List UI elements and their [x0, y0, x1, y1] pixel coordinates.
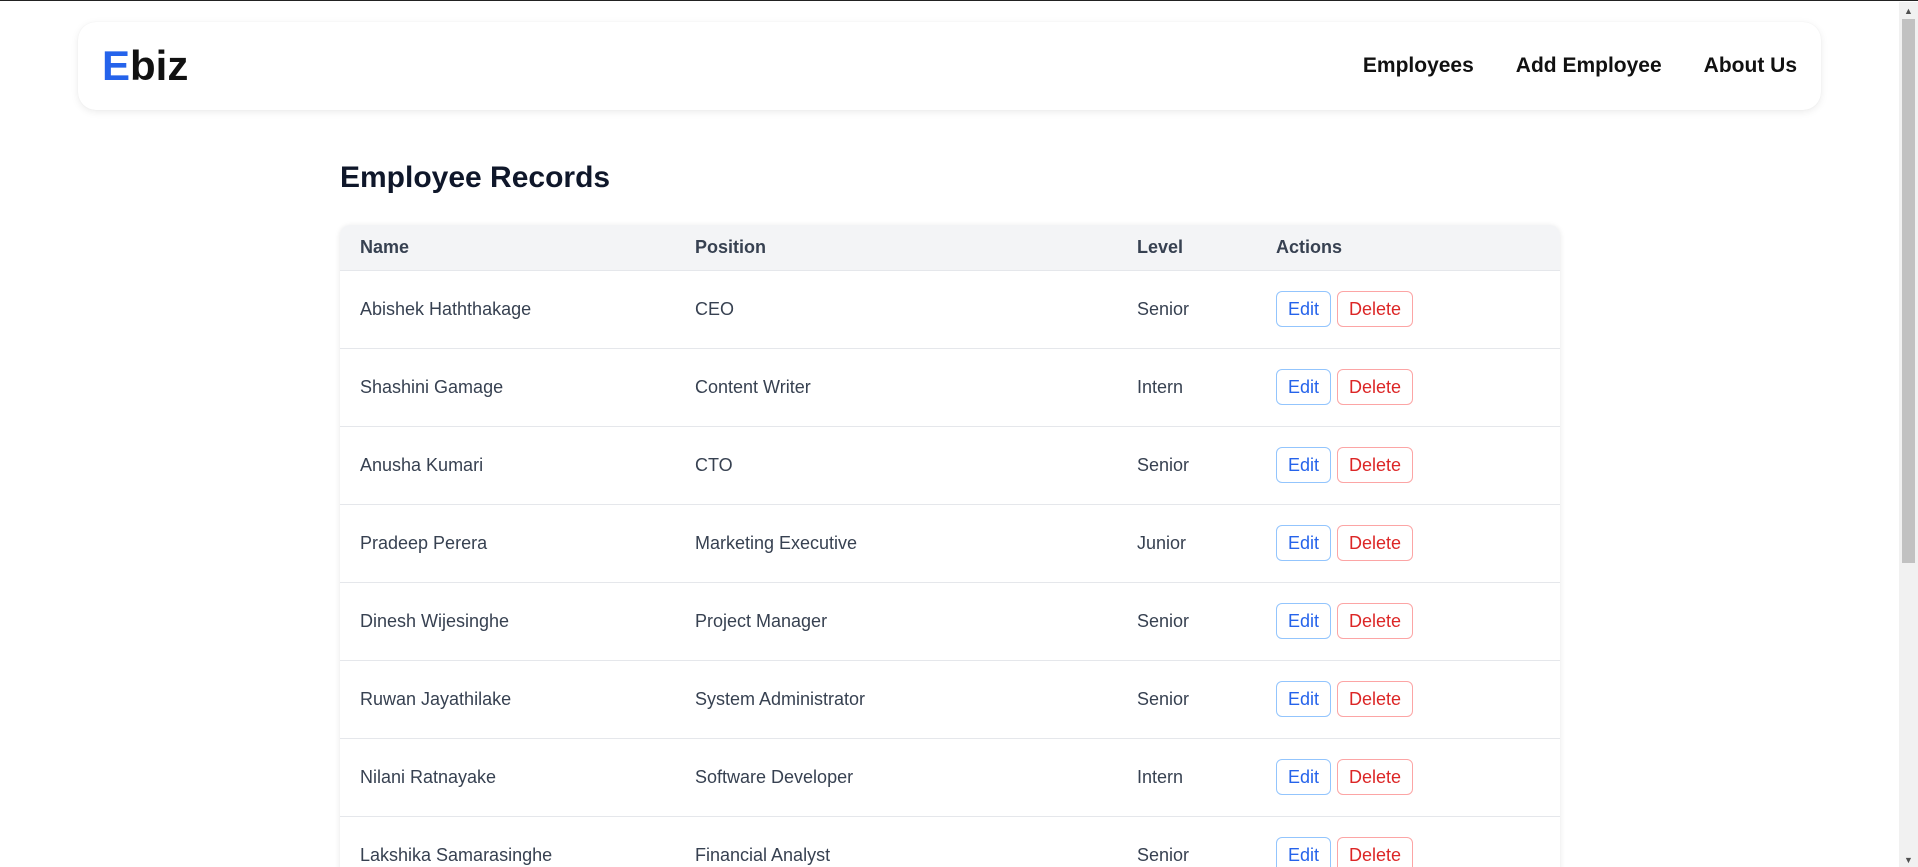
cell-name: Shashini Gamage [360, 376, 504, 397]
logo-accent: E [102, 42, 131, 89]
cell-actions: Edit Delete [1256, 660, 1560, 738]
cell-level: Junior [1137, 532, 1187, 553]
employee-table: Name Position Level Actions Abishek Hath… [340, 225, 1560, 867]
cell-actions: Edit Delete [1256, 504, 1560, 582]
edit-button[interactable]: Edit [1276, 291, 1332, 327]
cell-actions: Edit Delete [1256, 582, 1560, 660]
cell-level: Senior [1137, 610, 1190, 631]
cell-name: Dinesh Wijesinghe [360, 610, 510, 631]
cell-position: Content Writer [695, 376, 811, 397]
scroll-down-arrow-icon[interactable]: ▼ [1899, 851, 1918, 867]
cell-position: Project Manager [695, 610, 828, 631]
cell-position: Software Developer [695, 766, 854, 787]
cell-level: Senior [1137, 688, 1190, 709]
delete-button[interactable]: Delete [1337, 759, 1414, 795]
header-position: Position [695, 236, 766, 257]
vertical-scrollbar[interactable]: ▲ ▼ [1899, 2, 1918, 867]
table-row: Shashini Gamage Content Writer Intern Ed… [340, 348, 1560, 426]
nav-link-employees[interactable]: Employees [1363, 54, 1474, 78]
cell-actions: Edit Delete [1256, 738, 1560, 816]
cell-level: Intern [1137, 376, 1184, 397]
main-content: Employee Records Name Position Level Act… [340, 161, 1560, 867]
header-name: Name [360, 236, 410, 257]
cell-actions: Edit Delete [1256, 426, 1560, 504]
delete-button[interactable]: Delete [1337, 291, 1414, 327]
table-row: Abishek Haththakage CEO Senior Edit Delet… [340, 270, 1560, 348]
edit-button[interactable]: Edit [1276, 681, 1332, 717]
delete-button[interactable]: Delete [1337, 369, 1414, 405]
delete-button[interactable]: Delete [1337, 837, 1414, 867]
navbar: Ebiz Employees Add Employee About Us [78, 22, 1821, 110]
cell-level: Senior [1137, 844, 1190, 865]
cell-name: Ruwan Jayathilake [360, 688, 512, 709]
nav-link-add-employee[interactable]: Add Employee [1516, 54, 1662, 78]
table-row: Lakshika Samarasinghe Financial Analyst … [340, 816, 1560, 867]
cell-position: CEO [695, 298, 735, 319]
logo[interactable]: Ebiz [102, 42, 188, 90]
cell-level: Senior [1137, 454, 1190, 475]
header-actions: Actions [1276, 236, 1343, 257]
scrollbar-thumb[interactable] [1902, 19, 1915, 563]
nav-links: Employees Add Employee About Us [1363, 54, 1797, 78]
cell-position: Marketing Executive [695, 532, 858, 553]
cell-name: Anusha Kumari [360, 454, 484, 475]
scroll-up-arrow-icon[interactable]: ▲ [1899, 2, 1918, 19]
cell-actions: Edit Delete [1256, 270, 1560, 348]
table-row: Dinesh Wijesinghe Project Manager Senior… [340, 582, 1560, 660]
nav-link-about-us[interactable]: About Us [1704, 54, 1797, 78]
delete-button[interactable]: Delete [1337, 447, 1414, 483]
cell-name: Abishek Haththakage [360, 298, 532, 319]
edit-button[interactable]: Edit [1276, 525, 1332, 561]
cell-position: CTO [695, 454, 733, 475]
cell-actions: Edit Delete [1256, 348, 1560, 426]
cell-actions: Edit Delete [1256, 816, 1560, 867]
employee-table-container: Name Position Level Actions Abishek Hath… [340, 225, 1560, 867]
table-row: Anusha Kumari CTO Senior Edit Delete [340, 426, 1560, 504]
cell-name: Lakshika Samarasinghe [360, 844, 553, 865]
table-body: Abishek Haththakage CEO Senior Edit Delet… [340, 270, 1560, 867]
delete-button[interactable]: Delete [1337, 603, 1414, 639]
cell-position: Financial Analyst [695, 844, 831, 865]
table-row: Pradeep Perera Marketing Executive Junio… [340, 504, 1560, 582]
edit-button[interactable]: Edit [1276, 369, 1332, 405]
delete-button[interactable]: Delete [1337, 681, 1414, 717]
cell-level: Senior [1137, 298, 1190, 319]
logo-text: biz [130, 42, 189, 89]
edit-button[interactable]: Edit [1276, 837, 1332, 867]
table-row: Ruwan Jayathilake System Administrator S… [340, 660, 1560, 738]
cell-name: Nilani Ratnayake [360, 766, 497, 787]
header-level: Level [1137, 236, 1184, 257]
delete-button[interactable]: Delete [1337, 525, 1414, 561]
edit-button[interactable]: Edit [1276, 447, 1332, 483]
table-header-row: Name Position Level Actions [340, 225, 1560, 270]
edit-button[interactable]: Edit [1276, 603, 1332, 639]
cell-name: Pradeep Perera [360, 532, 488, 553]
page-title: Employee Records [340, 161, 611, 194]
edit-button[interactable]: Edit [1276, 759, 1332, 795]
cell-level: Intern [1137, 766, 1184, 787]
cell-position: System Administrator [695, 688, 866, 709]
table-row: Nilani Ratnayake Software Developer Inte… [340, 738, 1560, 816]
